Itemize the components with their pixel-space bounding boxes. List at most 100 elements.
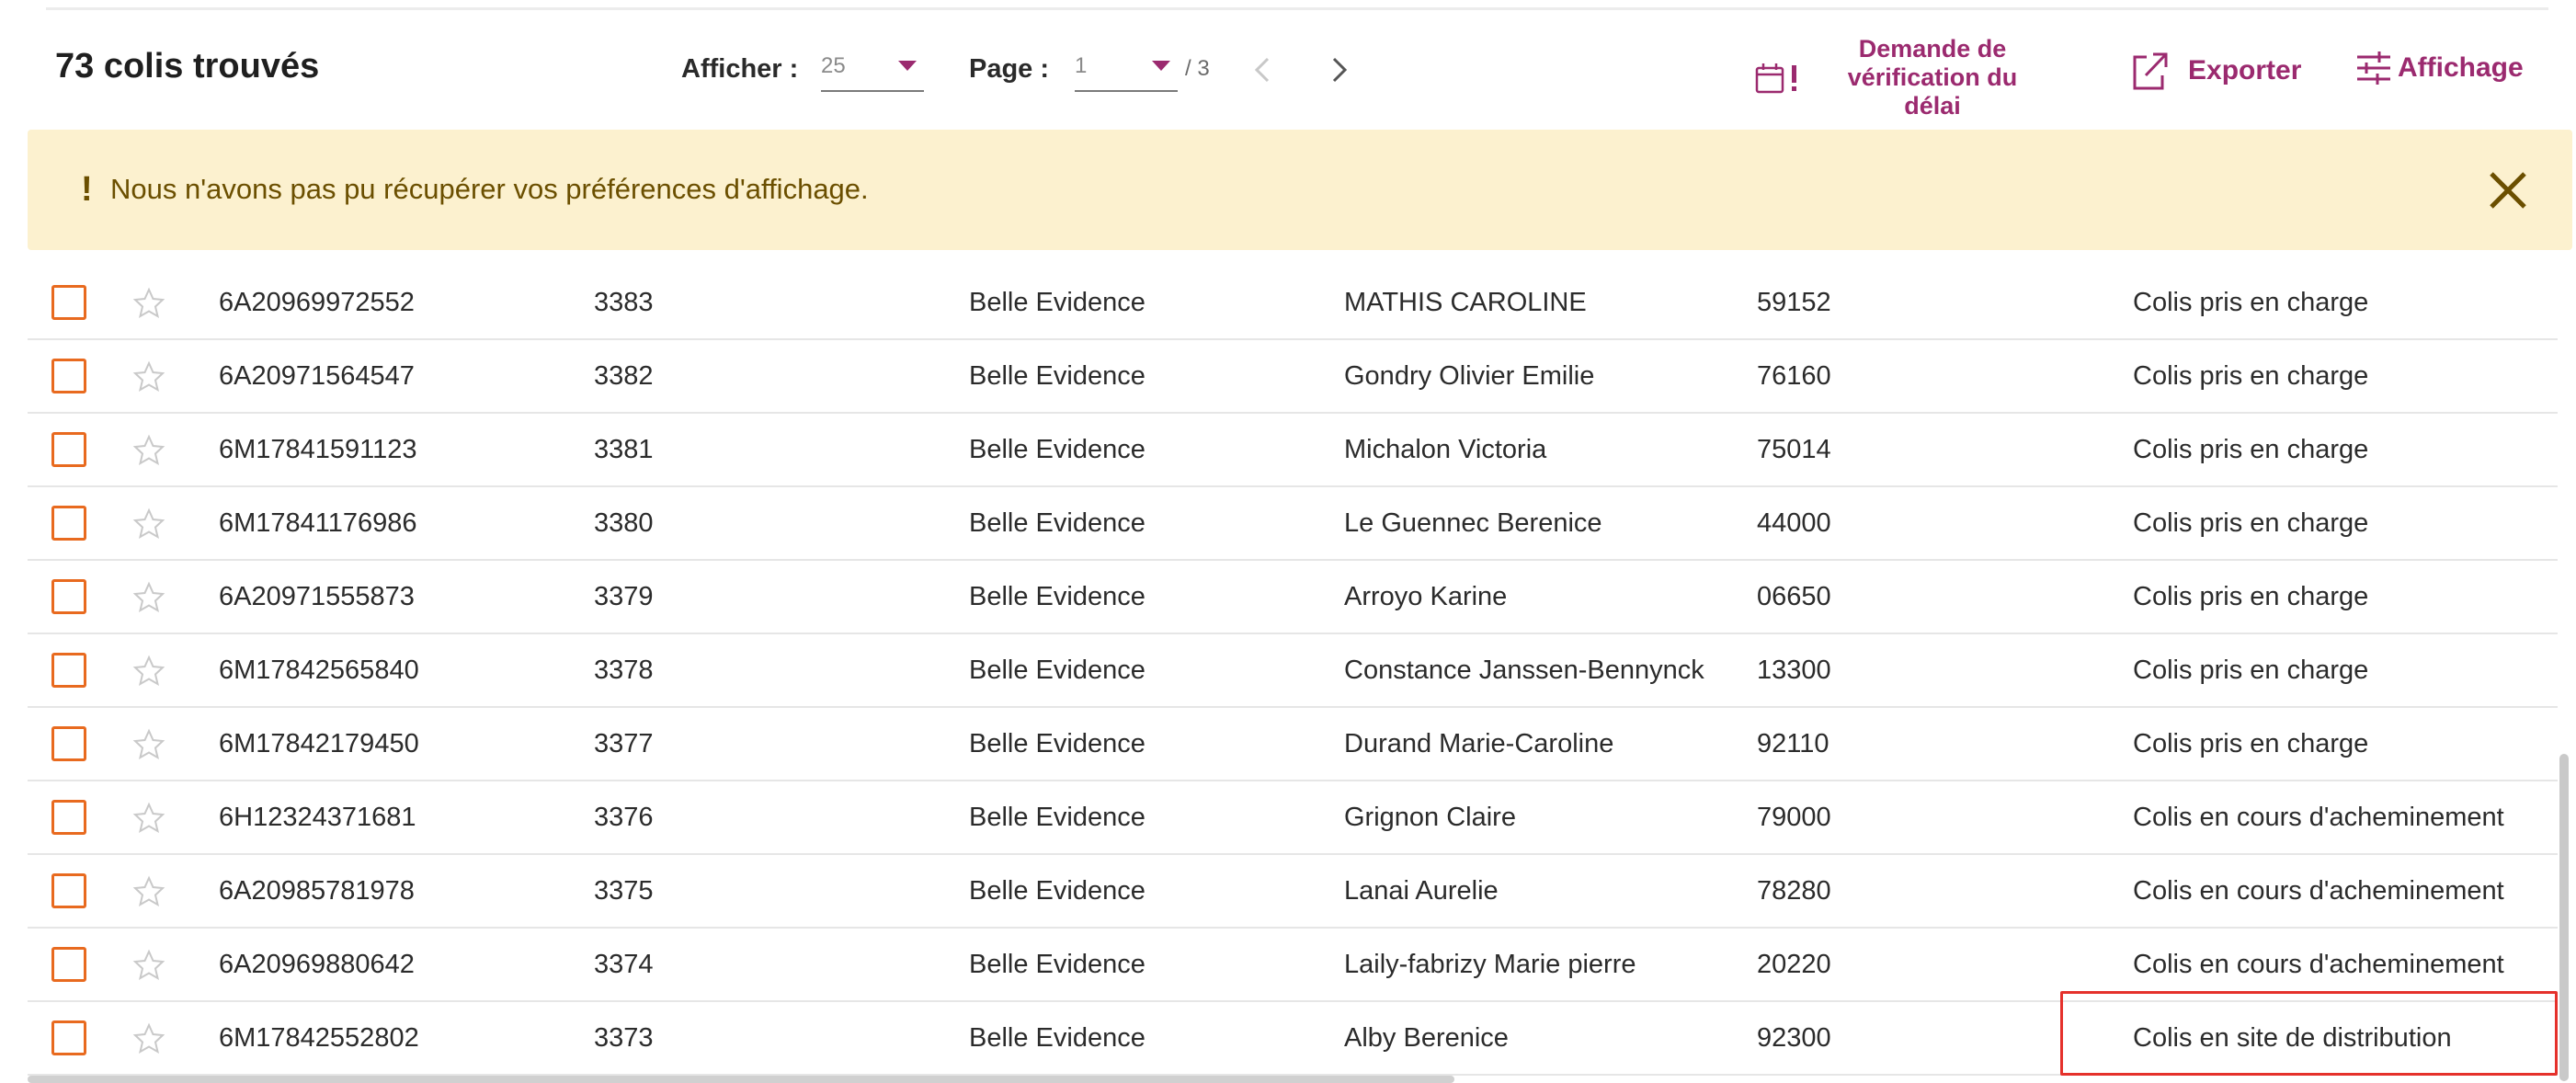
tracking-number[interactable]: 6M17841176986 — [219, 508, 417, 539]
row-checkbox[interactable] — [51, 359, 86, 393]
star-icon[interactable] — [132, 728, 165, 761]
row-checkbox[interactable] — [51, 432, 86, 467]
star-icon[interactable] — [132, 875, 165, 908]
star-icon[interactable] — [132, 949, 165, 982]
recipient: MATHIS CAROLINE — [1344, 288, 1587, 317]
sliders-icon — [2357, 51, 2390, 85]
sender: Belle Evidence — [969, 876, 1146, 906]
parcel-status: Colis pris en charge — [2133, 582, 2369, 611]
star-icon[interactable] — [132, 1022, 165, 1055]
row-checkbox[interactable] — [51, 506, 86, 541]
tracking-number[interactable]: 6H12324371681 — [219, 803, 416, 833]
sender: Belle Evidence — [969, 656, 1146, 685]
row-checkbox[interactable] — [51, 285, 86, 320]
page-label: Page : — [969, 54, 1050, 84]
recipient: Arroyo Karine — [1344, 582, 1508, 611]
recipient: Michalon Victoria — [1344, 435, 1547, 464]
tracking-number[interactable]: 6A20971564547 — [219, 361, 415, 392]
tracking-number[interactable]: 6M17842565840 — [219, 656, 419, 686]
table-row[interactable]: 6A20971555873 3379 Belle Evidence Arroyo Ka… — [28, 561, 2558, 634]
previous-page-button[interactable] — [1245, 51, 1282, 88]
star-icon[interactable] — [132, 287, 165, 320]
deadline-check-label-line1: Demande de — [1858, 35, 2007, 63]
parcel-table: 6A20969972552 3383 Belle Evidence MATHIS CA… — [28, 267, 2558, 1076]
recipient: Durand Marie-Caroline — [1344, 729, 1614, 758]
star-icon[interactable] — [132, 360, 165, 393]
tracking-number[interactable]: 6M17842179450 — [219, 729, 419, 759]
table-row[interactable]: 6A20969880642 3374 Belle Evidence Laily-fab… — [28, 929, 2558, 1002]
per-page-label: Afficher : — [681, 54, 799, 84]
sender: Belle Evidence — [969, 361, 1146, 391]
calendar-alert-icon — [1755, 63, 1796, 93]
row-checkbox[interactable] — [51, 653, 86, 688]
recipient: Constance Janssen-Bennynck — [1344, 656, 1704, 685]
reference: 3373 — [594, 1023, 654, 1053]
parcel-status: Colis pris en charge — [2133, 508, 2369, 538]
parcel-status: Colis en cours d'acheminement — [2133, 950, 2504, 979]
recipient: Grignon Claire — [1344, 803, 1516, 832]
postal-code: 44000 — [1757, 508, 1831, 538]
row-checkbox[interactable] — [51, 1020, 86, 1055]
per-page-value: 25 — [821, 53, 846, 78]
display-settings-button[interactable]: Affichage — [2355, 50, 2524, 86]
reference: 3381 — [594, 435, 654, 464]
chevron-left-icon — [1254, 57, 1270, 83]
export-icon — [2133, 52, 2168, 90]
reference: 3377 — [594, 729, 654, 758]
row-checkbox[interactable] — [51, 579, 86, 614]
parcel-status: Colis pris en charge — [2133, 288, 2369, 317]
star-icon[interactable] — [132, 655, 165, 688]
tracking-number[interactable]: 6M17841591123 — [219, 435, 417, 465]
page-select[interactable]: 1 — [1075, 48, 1178, 92]
recipient: Gondry Olivier Emilie — [1344, 361, 1595, 391]
export-button[interactable]: Exporter — [2131, 50, 2301, 92]
page-value: 1 — [1075, 53, 1088, 78]
postal-code: 75014 — [1757, 435, 1831, 464]
star-icon[interactable] — [132, 581, 165, 614]
table-row[interactable]: 6M17841591123 3381 Belle Evidence Michalon … — [28, 414, 2558, 487]
row-checkbox[interactable] — [51, 873, 86, 908]
table-row[interactable]: 6M17842552802 3373 Belle Evidence Alby Bere… — [28, 1002, 2558, 1076]
vertical-scrollbar[interactable] — [2559, 754, 2569, 1081]
row-checkbox[interactable] — [51, 947, 86, 982]
table-row[interactable]: 6A20985781978 3375 Belle Evidence Lanai Aur… — [28, 855, 2558, 929]
warning-banner: ! Nous n'avons pas pu récupérer vos préf… — [28, 130, 2572, 250]
recipient: Laily-fabrizy Marie pierre — [1344, 950, 1636, 979]
postal-code: 20220 — [1757, 950, 1831, 979]
table-row[interactable]: 6A20971564547 3382 Belle Evidence Gondry Ol… — [28, 340, 2558, 414]
postal-code: 92110 — [1757, 729, 1829, 758]
tracking-number[interactable]: 6A20969880642 — [219, 950, 415, 980]
reference: 3376 — [594, 803, 654, 832]
tracking-number[interactable]: 6A20985781978 — [219, 876, 415, 906]
results-toolbar: 73 colis trouvés Afficher : 25 Page : 1 … — [0, 0, 2576, 129]
row-checkbox[interactable] — [51, 726, 86, 761]
recipient: Lanai Aurelie — [1344, 876, 1499, 906]
table-row[interactable]: 6M17842565840 3378 Belle Evidence Constance… — [28, 634, 2558, 708]
parcel-status: Colis pris en charge — [2133, 435, 2369, 464]
sender: Belle Evidence — [969, 288, 1146, 317]
star-icon[interactable] — [132, 802, 165, 835]
close-banner-button[interactable] — [2484, 166, 2532, 214]
reference: 3378 — [594, 656, 654, 685]
sender: Belle Evidence — [969, 435, 1146, 464]
tracking-number[interactable]: 6A20969972552 — [219, 288, 415, 318]
deadline-check-request-button[interactable]: Demande de vérification du délai — [1754, 35, 2043, 120]
next-page-button[interactable] — [1320, 51, 1357, 88]
sender: Belle Evidence — [969, 582, 1146, 611]
postal-code: 92300 — [1757, 1023, 1831, 1053]
per-page-select[interactable]: 25 — [821, 48, 924, 92]
postal-code: 13300 — [1757, 656, 1831, 685]
row-checkbox[interactable] — [51, 800, 86, 835]
sender: Belle Evidence — [969, 508, 1146, 538]
table-row[interactable]: 6M17842179450 3377 Belle Evidence Durand Ma… — [28, 708, 2558, 781]
horizontal-scrollbar[interactable] — [28, 1076, 1454, 1083]
table-row[interactable]: 6H12324371681 3376 Belle Evidence Grignon C… — [28, 781, 2558, 855]
table-row[interactable]: 6M17841176986 3380 Belle Evidence Le Guenne… — [28, 487, 2558, 561]
tracking-number[interactable]: 6A20971555873 — [219, 582, 415, 612]
star-icon[interactable] — [132, 434, 165, 467]
postal-code: 79000 — [1757, 803, 1831, 832]
close-icon — [2490, 172, 2526, 209]
table-row[interactable]: 6A20969972552 3383 Belle Evidence MATHIS CA… — [28, 267, 2558, 340]
tracking-number[interactable]: 6M17842552802 — [219, 1023, 419, 1054]
star-icon[interactable] — [132, 507, 165, 541]
